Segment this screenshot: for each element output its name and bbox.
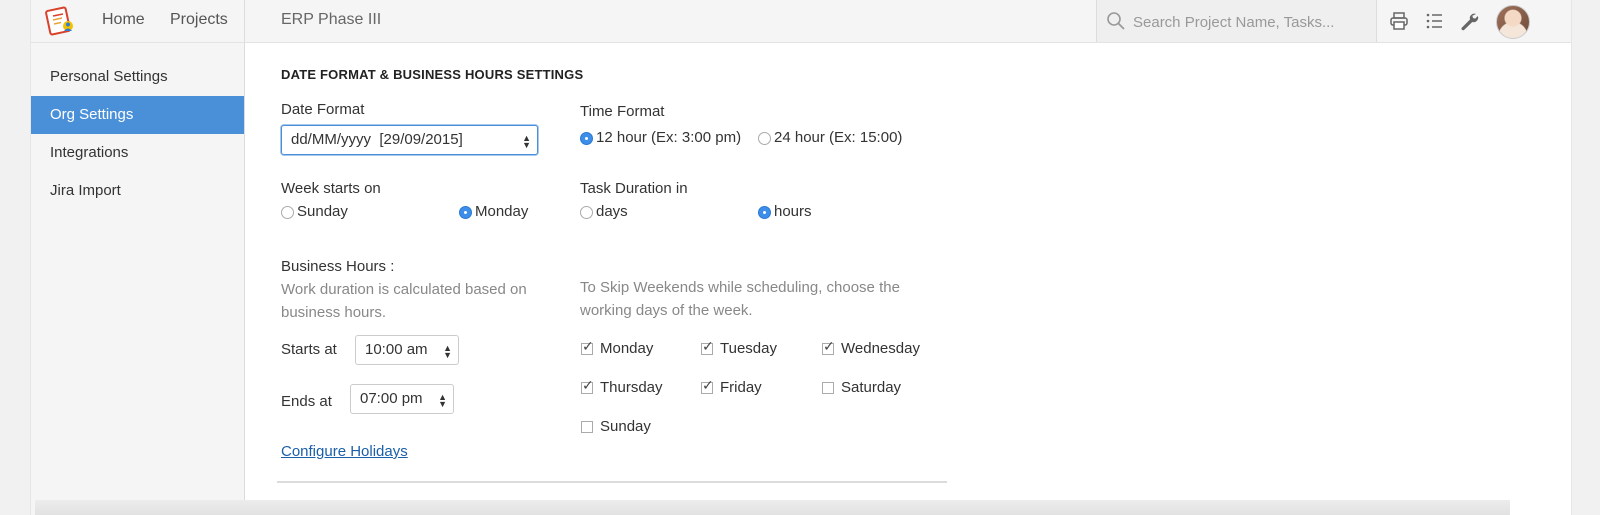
sidebar-item-org-settings[interactable]: Org Settings [31, 96, 244, 134]
avatar[interactable] [1496, 5, 1530, 39]
checkbox-wednesday[interactable] [822, 339, 835, 355]
nav-projects[interactable]: Projects [170, 11, 228, 29]
checkbox-tuesday[interactable] [701, 339, 714, 355]
checkbox-friday[interactable] [701, 378, 714, 394]
print-icon[interactable] [1389, 11, 1409, 31]
bottom-edge [35, 500, 1510, 515]
date-format-label: Date Format [281, 101, 365, 118]
radio-24-hour-label: 24 hour (Ex: 15:00) [774, 129, 903, 146]
business-hours-label: Business Hours : [281, 258, 395, 275]
top-bar: Home Projects ERP Phase III [31, 0, 1571, 43]
checkbox-monday-label: Monday [600, 340, 654, 357]
starts-at-select[interactable]: 10:00 am ▲ ▼ [355, 335, 459, 365]
radio-week-sunday[interactable] [281, 206, 294, 219]
radio-duration-days[interactable] [580, 206, 593, 219]
weekend-note-1: To Skip Weekends while scheduling, choos… [580, 279, 900, 296]
starts-at-label: Starts at [281, 341, 337, 358]
task-duration-label: Task Duration in [580, 180, 688, 197]
date-format-select[interactable]: dd/MM/yyyy [29/09/2015] ▲ ▼ [281, 125, 538, 155]
sidebar-item-personal-settings[interactable]: Personal Settings [31, 58, 244, 96]
sidebar-item-jira-import[interactable]: Jira Import [31, 172, 244, 210]
section-title: DATE FORMAT & BUSINESS HOURS SETTINGS [281, 67, 584, 82]
configure-holidays-link[interactable]: Configure Holidays [281, 443, 408, 460]
week-starts-label: Week starts on [281, 180, 381, 197]
business-hours-desc-1: Work duration is calculated based on [281, 281, 527, 298]
checkbox-saturday-label: Saturday [841, 379, 902, 396]
checkbox-tuesday-label: Tuesday [720, 340, 777, 357]
checkbox-wednesday-label: Wednesday [841, 340, 920, 357]
sidebar-item-integrations[interactable]: Integrations [31, 134, 244, 172]
checkbox-thursday[interactable] [581, 378, 594, 394]
app-frame: Home Projects ERP Phase III Personal S [30, 0, 1572, 515]
search-input[interactable] [1131, 10, 1371, 34]
checkbox-sunday-label: Sunday [600, 418, 651, 435]
list-icon[interactable] [1425, 11, 1445, 31]
starts-at-value: 10:00 am [365, 341, 428, 358]
project-name[interactable]: ERP Phase III [281, 11, 381, 29]
business-hours-desc-2: business hours. [281, 304, 387, 321]
radio-week-monday[interactable] [459, 206, 472, 219]
radio-duration-hours-label: hours [774, 203, 812, 220]
nav-home[interactable]: Home [102, 11, 145, 29]
date-format-value: dd/MM/yyyy [29/09/2015] [291, 131, 463, 148]
checkbox-monday[interactable] [581, 339, 594, 355]
checkbox-sunday[interactable] [581, 421, 593, 433]
checkbox-saturday[interactable] [822, 382, 834, 394]
sidebar: Personal Settings Org Settings Integrati… [31, 43, 245, 515]
settings-panel: DATE FORMAT & BUSINESS HOURS SETTINGS Da… [245, 43, 1571, 515]
divider [244, 0, 245, 42]
radio-12-hour-label: 12 hour (Ex: 3:00 pm) [596, 129, 742, 146]
radio-duration-hours[interactable] [758, 206, 771, 219]
wrench-icon[interactable] [1459, 11, 1479, 31]
radio-week-sunday-label: Sunday [297, 203, 348, 220]
time-format-label: Time Format [580, 103, 665, 120]
radio-24-hour[interactable] [758, 132, 771, 145]
search-icon [1107, 12, 1125, 30]
checkbox-friday-label: Friday [720, 379, 762, 396]
search-box [1096, 0, 1377, 42]
ends-at-select[interactable]: 07:00 pm ▲ ▼ [350, 384, 454, 414]
radio-duration-days-label: days [596, 203, 628, 220]
divider [277, 481, 947, 483]
radio-week-monday-label: Monday [475, 203, 529, 220]
checkbox-thursday-label: Thursday [600, 379, 663, 396]
ends-at-value: 07:00 pm [360, 390, 423, 407]
ends-at-label: Ends at [281, 393, 332, 410]
weekend-note-2: working days of the week. [580, 302, 753, 319]
radio-12-hour[interactable] [580, 132, 593, 145]
app-logo-icon[interactable] [44, 4, 76, 36]
